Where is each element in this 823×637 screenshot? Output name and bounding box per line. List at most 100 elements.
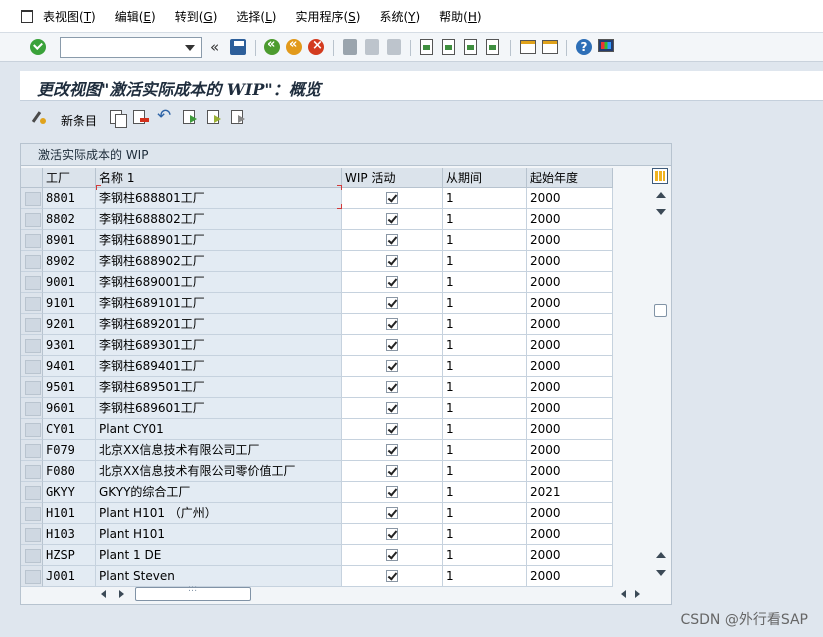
row-selector[interactable] [21, 230, 43, 251]
print-icon[interactable] [343, 39, 357, 55]
cell-start-year[interactable]: 2000 [527, 566, 613, 587]
row-selector[interactable] [21, 293, 43, 314]
help-icon[interactable]: ? [576, 39, 592, 55]
cell-start-year[interactable]: 2000 [527, 272, 613, 293]
next-page-icon[interactable] [464, 39, 477, 55]
cell-start-year[interactable]: 2000 [527, 230, 613, 251]
menu-item-goto[interactable]: 转到(G) [175, 8, 218, 25]
column-header-wip-active[interactable]: WIP 活动 [342, 168, 443, 188]
wip-active-checkbox[interactable] [386, 486, 398, 498]
row-selector[interactable] [21, 503, 43, 524]
cell-from-period[interactable]: 1 [443, 524, 527, 545]
undo-icon[interactable] [157, 106, 173, 126]
window-menu-icon[interactable] [19, 9, 35, 23]
cell-start-year[interactable]: 2000 [527, 209, 613, 230]
wip-active-checkbox[interactable] [386, 465, 398, 477]
wip-active-checkbox[interactable] [386, 318, 398, 330]
row-selector[interactable] [21, 314, 43, 335]
row-selector[interactable] [21, 398, 43, 419]
cell-from-period[interactable]: 1 [443, 377, 527, 398]
command-field[interactable] [60, 37, 202, 58]
new-session-icon[interactable] [520, 40, 536, 54]
row-selector[interactable] [21, 419, 43, 440]
wip-active-checkbox[interactable] [386, 507, 398, 519]
row-selector[interactable] [21, 482, 43, 503]
select-all-icon[interactable] [183, 110, 197, 124]
cell-from-period[interactable]: 1 [443, 503, 527, 524]
menu-item-selection[interactable]: 选择(L) [236, 8, 276, 25]
edit-pen-icon[interactable] [32, 110, 48, 126]
cell-start-year[interactable]: 2000 [527, 461, 613, 482]
vertical-scroll-thumb[interactable] [654, 304, 667, 317]
menu-item-utilities[interactable]: 实用程序(S) [295, 8, 360, 25]
scroll-left-icon[interactable] [621, 590, 626, 598]
cell-start-year[interactable]: 2000 [527, 398, 613, 419]
wip-active-checkbox[interactable] [386, 213, 398, 225]
new-entries-button[interactable]: 新条目 [61, 112, 97, 129]
cell-start-year[interactable]: 2000 [527, 188, 613, 209]
row-selector[interactable] [21, 524, 43, 545]
column-header-plant[interactable]: 工厂 [43, 168, 96, 188]
cell-start-year[interactable]: 2000 [527, 377, 613, 398]
horizontal-scroll-thumb[interactable] [135, 584, 251, 601]
wip-active-checkbox[interactable] [386, 297, 398, 309]
vertical-scrollbar[interactable] [651, 168, 671, 582]
wip-active-checkbox[interactable] [386, 549, 398, 561]
wip-active-checkbox[interactable] [386, 570, 398, 582]
find-next-icon[interactable] [387, 39, 401, 55]
select-block-icon[interactable] [207, 110, 221, 124]
row-selector[interactable] [21, 545, 43, 566]
cell-from-period[interactable]: 1 [443, 566, 527, 587]
column-header-from-period[interactable]: 从期间 [443, 168, 527, 188]
scroll-right-icon[interactable] [119, 590, 124, 598]
scroll-down-icon[interactable] [656, 209, 666, 215]
wip-active-checkbox[interactable] [386, 234, 398, 246]
wip-active-checkbox[interactable] [386, 255, 398, 267]
menu-item-help[interactable]: 帮助(H) [439, 8, 481, 25]
enter-check-icon[interactable] [30, 39, 46, 55]
cell-from-period[interactable]: 1 [443, 398, 527, 419]
row-selector[interactable] [21, 377, 43, 398]
wip-active-checkbox[interactable] [386, 339, 398, 351]
back-icon[interactable] [264, 37, 280, 55]
cell-start-year[interactable]: 2021 [527, 482, 613, 503]
collapse-icon[interactable]: « [210, 38, 219, 56]
cell-from-period[interactable]: 1 [443, 293, 527, 314]
cell-from-period[interactable]: 1 [443, 545, 527, 566]
menu-item-table-view[interactable]: 表视图(T) [43, 8, 96, 25]
cell-from-period[interactable]: 1 [443, 419, 527, 440]
menu-item-system[interactable]: 系统(Y) [379, 8, 420, 25]
wip-active-checkbox[interactable] [386, 423, 398, 435]
wip-active-checkbox[interactable] [386, 192, 398, 204]
cell-start-year[interactable]: 2000 [527, 419, 613, 440]
exit-icon[interactable] [286, 37, 302, 55]
menu-item-edit[interactable]: 编辑(E) [115, 8, 156, 25]
cancel-icon[interactable] [308, 38, 324, 55]
column-header-name[interactable]: 名称 1 [96, 168, 342, 188]
cell-start-year[interactable]: 2000 [527, 251, 613, 272]
first-page-icon[interactable] [420, 39, 433, 55]
row-selector[interactable] [21, 335, 43, 356]
row-selector[interactable] [21, 188, 43, 209]
cell-start-year[interactable]: 2000 [527, 524, 613, 545]
shortcut-icon[interactable] [542, 40, 558, 54]
column-settings-icon[interactable] [652, 168, 668, 184]
cell-from-period[interactable]: 1 [443, 272, 527, 293]
cell-from-period[interactable]: 1 [443, 461, 527, 482]
wip-active-checkbox[interactable] [386, 276, 398, 288]
chevron-down-icon[interactable] [185, 45, 195, 51]
cell-start-year[interactable]: 2000 [527, 293, 613, 314]
wip-active-checkbox[interactable] [386, 381, 398, 393]
cell-from-period[interactable]: 1 [443, 251, 527, 272]
cell-from-period[interactable]: 1 [443, 209, 527, 230]
previous-page-icon[interactable] [442, 39, 455, 55]
deselect-all-icon[interactable] [231, 110, 245, 124]
cell-start-year[interactable]: 2000 [527, 440, 613, 461]
row-selector[interactable] [21, 356, 43, 377]
cell-from-period[interactable]: 1 [443, 335, 527, 356]
scroll-left-icon[interactable] [101, 590, 106, 598]
find-icon[interactable] [365, 39, 379, 55]
row-selector[interactable] [21, 272, 43, 293]
column-header-start-year[interactable]: 起始年度 [527, 168, 613, 188]
wip-active-checkbox[interactable] [386, 528, 398, 540]
